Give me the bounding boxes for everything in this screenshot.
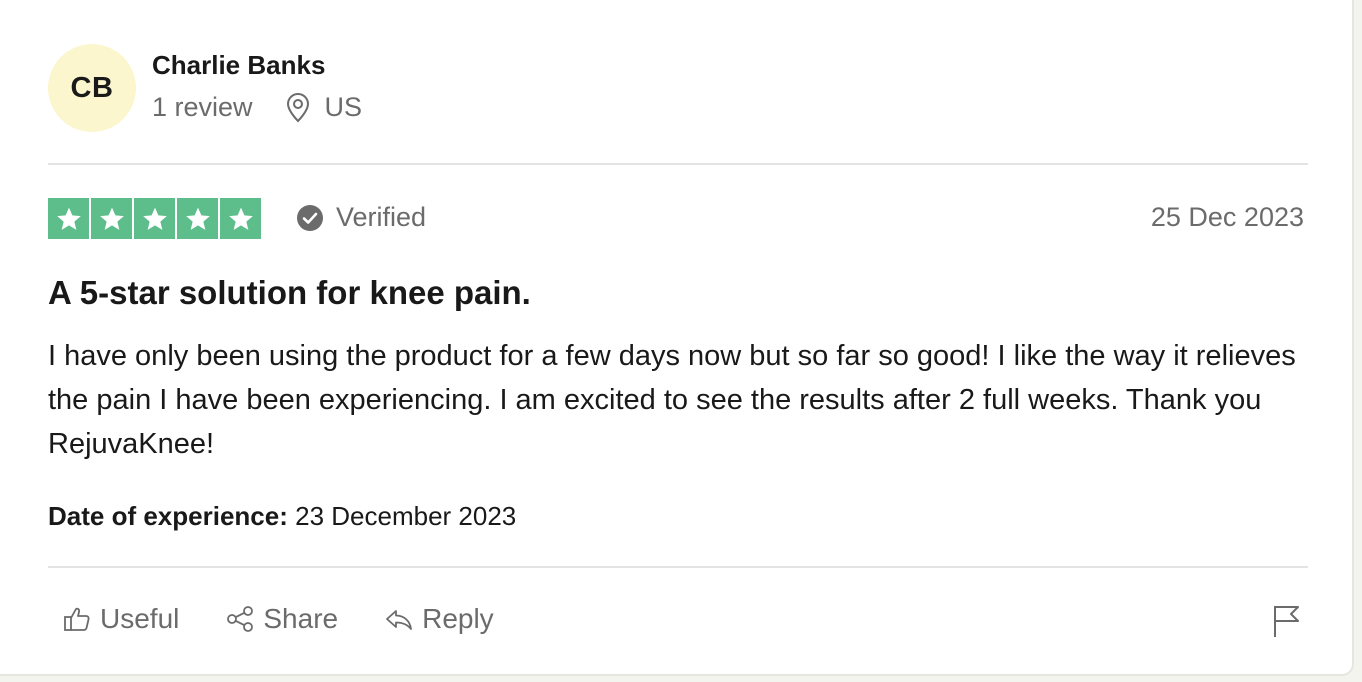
review-title: A 5-star solution for knee pain. — [48, 274, 531, 311]
review-actions: Useful Share Reply — [62, 603, 540, 635]
reviewer-meta: 1 review US — [152, 92, 362, 123]
report-flag-button[interactable] — [1272, 603, 1302, 639]
verified-badge[interactable]: Verified — [296, 202, 426, 233]
thumbs-up-icon — [62, 604, 92, 634]
star-rating — [48, 198, 261, 239]
share-icon — [225, 604, 255, 634]
verified-label: Verified — [336, 202, 427, 232]
star-icon — [91, 198, 132, 239]
review-count: 1 review — [152, 92, 253, 122]
reviewer-location: US — [324, 92, 363, 122]
review-body: I have only been using the product for a… — [48, 340, 1296, 460]
divider — [48, 163, 1308, 165]
star-icon — [134, 198, 175, 239]
reply-label: Reply — [422, 603, 494, 634]
flag-icon — [1272, 603, 1302, 639]
useful-button[interactable]: Useful — [62, 603, 179, 635]
useful-label: Useful — [100, 603, 180, 634]
reply-arrow-icon — [384, 604, 414, 634]
star-icon — [220, 198, 261, 239]
share-label: Share — [263, 603, 339, 634]
reply-button[interactable]: Reply — [384, 603, 494, 635]
checkmark-circle-icon — [296, 204, 324, 232]
share-button[interactable]: Share — [225, 603, 338, 635]
reviewer-name[interactable]: Charlie Banks — [152, 50, 325, 81]
star-icon — [48, 198, 89, 239]
date-of-experience: Date of experience: 23 December 2023 — [48, 501, 516, 532]
review-card: CB Charlie Banks 1 review US Verified 25… — [0, 0, 1354, 676]
experience-date: 23 December 2023 — [295, 501, 517, 531]
divider — [48, 566, 1308, 568]
review-date: 25 Dec 2023 — [1150, 202, 1304, 232]
experience-label: Date of experience: — [48, 501, 288, 531]
avatar[interactable]: CB — [48, 44, 136, 132]
avatar-initials: CB — [70, 71, 114, 104]
location-pin-icon — [285, 92, 311, 123]
star-icon — [177, 198, 218, 239]
